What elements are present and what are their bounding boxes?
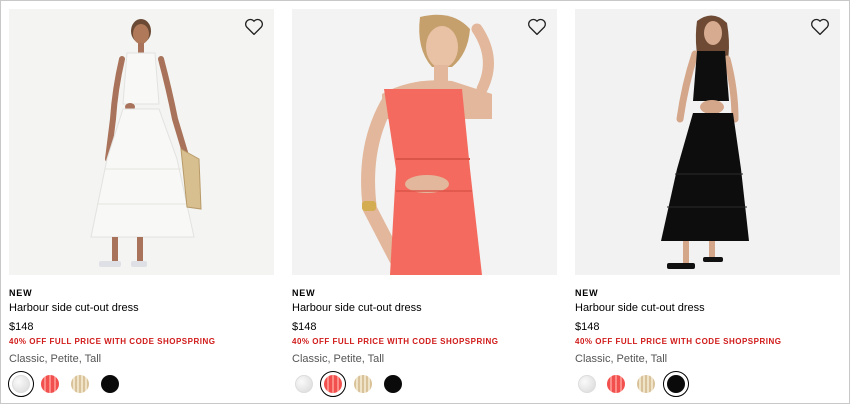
product-price: $148 xyxy=(9,321,34,333)
swatch-coral-dot xyxy=(324,375,342,393)
product-name[interactable]: Harbour side cut-out dress xyxy=(292,302,422,314)
swatch-black-dot xyxy=(101,375,119,393)
swatch-tan-dot xyxy=(71,375,89,393)
swatch-tan-dot xyxy=(637,375,655,393)
promo-text: 40% OFF FULL PRICE WITH CODE SHOPSPRING xyxy=(9,337,216,346)
swatch-black[interactable] xyxy=(663,371,689,397)
product-image-coral-dress[interactable] xyxy=(292,9,557,275)
swatch-tan-dot xyxy=(354,375,372,393)
new-badge: NEW xyxy=(575,288,599,298)
swatch-white-dot xyxy=(578,375,596,393)
model-photo xyxy=(9,9,274,275)
swatch-white[interactable] xyxy=(574,371,600,397)
size-range: Classic, Petite, Tall xyxy=(292,353,385,365)
heart-outline-icon[interactable] xyxy=(527,18,547,36)
swatch-coral-dot xyxy=(607,375,625,393)
model-photo xyxy=(292,9,557,275)
product-name[interactable]: Harbour side cut-out dress xyxy=(9,302,139,314)
swatch-white[interactable] xyxy=(8,371,34,397)
size-range: Classic, Petite, Tall xyxy=(575,353,668,365)
product-price: $148 xyxy=(575,321,600,333)
swatch-coral[interactable] xyxy=(37,371,63,397)
promo-text: 40% OFF FULL PRICE WITH CODE SHOPSPRING xyxy=(575,337,782,346)
swatch-coral[interactable] xyxy=(320,371,346,397)
swatch-white-dot xyxy=(295,375,313,393)
product-name[interactable]: Harbour side cut-out dress xyxy=(575,302,705,314)
product-price: $148 xyxy=(292,321,317,333)
swatch-coral[interactable] xyxy=(603,371,629,397)
model-photo xyxy=(575,9,840,275)
heart-outline-icon[interactable] xyxy=(244,18,264,36)
swatch-tan[interactable] xyxy=(350,371,376,397)
swatch-black[interactable] xyxy=(380,371,406,397)
swatch-black-dot xyxy=(384,375,402,393)
product-grid: NEW Harbour side cut-out dress $148 40% … xyxy=(0,0,850,404)
product-image-black-dress[interactable] xyxy=(575,9,840,275)
new-badge: NEW xyxy=(9,288,33,298)
size-range: Classic, Petite, Tall xyxy=(9,353,102,365)
swatch-coral-dot xyxy=(41,375,59,393)
new-badge: NEW xyxy=(292,288,316,298)
heart-outline-icon[interactable] xyxy=(810,18,830,36)
swatch-white[interactable] xyxy=(291,371,317,397)
swatch-white-dot xyxy=(12,375,30,393)
swatch-tan[interactable] xyxy=(633,371,659,397)
product-card[interactable]: NEW Harbour side cut-out dress $148 40% … xyxy=(575,9,840,397)
promo-text: 40% OFF FULL PRICE WITH CODE SHOPSPRING xyxy=(292,337,499,346)
product-card[interactable]: NEW Harbour side cut-out dress $148 40% … xyxy=(8,9,274,397)
swatch-black[interactable] xyxy=(97,371,123,397)
product-card[interactable]: NEW Harbour side cut-out dress $148 40% … xyxy=(292,9,557,397)
swatch-black-dot xyxy=(667,375,685,393)
product-image-white-dress[interactable] xyxy=(9,9,274,275)
swatch-tan[interactable] xyxy=(67,371,93,397)
